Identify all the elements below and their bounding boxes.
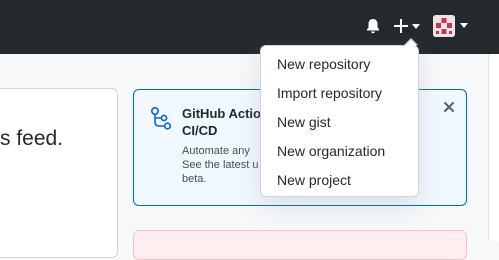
chevron-down-icon (460, 23, 468, 28)
feed-card (0, 88, 118, 258)
chevron-down-icon (412, 24, 420, 29)
close-icon[interactable] (442, 100, 456, 114)
alert-card (133, 230, 467, 260)
create-new-dropdown: New repository Import repository New gis… (260, 45, 419, 197)
dropdown-caret-fill (405, 40, 417, 46)
user-menu-button[interactable] (433, 15, 469, 37)
feed-heading: s feed. (0, 127, 63, 151)
plus-icon (394, 19, 408, 33)
workflow-icon (150, 106, 172, 130)
identicon-avatar (433, 15, 455, 37)
bell-icon[interactable] (364, 17, 382, 35)
card-title: GitHub Actio (182, 106, 261, 121)
menu-item-new-organization[interactable]: New organization (261, 137, 418, 166)
card-description-line: See the latest u (182, 159, 259, 171)
menu-item-new-project[interactable]: New project (261, 166, 418, 195)
top-header (0, 0, 499, 54)
card-description-line: Automate any (182, 145, 250, 157)
avatar (433, 15, 455, 37)
menu-item-new-gist[interactable]: New gist (261, 108, 418, 137)
card-title-line-2: CI/CD (182, 123, 218, 138)
card-description: Automate any See the latest u beta. (182, 144, 260, 186)
create-new-button[interactable] (393, 16, 421, 36)
menu-item-new-repository[interactable]: New repository (261, 50, 418, 79)
scrollbar[interactable] (488, 54, 499, 241)
card-description-line: beta. (182, 173, 207, 185)
menu-item-import-repository[interactable]: Import repository (261, 79, 418, 108)
feed-heading-text: s feed. (0, 127, 64, 150)
